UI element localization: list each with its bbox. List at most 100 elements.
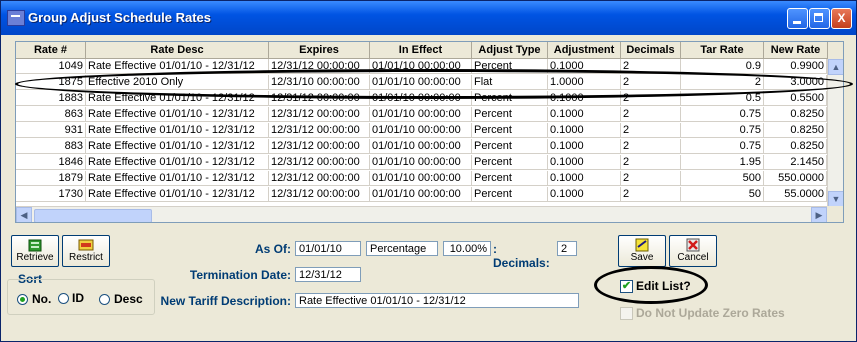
table-cell[interactable]: Percent (472, 59, 548, 74)
table-cell[interactable]: 12/31/12 00:00:00 (269, 123, 370, 138)
tariff-description-input[interactable]: Rate Effective 01/01/10 - 12/31/12 (295, 293, 579, 308)
table-cell[interactable]: 12/31/12 00:00:00 (269, 107, 370, 122)
table-cell[interactable]: 0.75 (681, 123, 764, 138)
table-cell[interactable]: 1730 (16, 187, 86, 202)
column-header-expires[interactable]: Expires (269, 42, 370, 59)
table-cell[interactable]: 500 (681, 171, 764, 186)
table-cell[interactable]: 55.0000 (764, 187, 827, 202)
maximize-button[interactable] (809, 8, 830, 29)
table-cell[interactable]: 0.1000 (548, 155, 621, 170)
table-cell[interactable]: 883 (16, 139, 86, 154)
edit-list-checkbox[interactable]: ✔ (620, 280, 633, 293)
table-cell[interactable]: 0.75 (681, 107, 764, 122)
column-header-decimals[interactable]: Decimals (621, 42, 681, 59)
column-header-adjust-type[interactable]: Adjust Type (472, 42, 548, 59)
table-cell[interactable]: 01/01/10 00:00:00 (370, 75, 472, 90)
table-cell[interactable]: 0.1000 (548, 171, 621, 186)
table-row[interactable]: 863 Rate Effective 01/01/10 - 12/31/12 12/… (16, 107, 843, 123)
no-update-zero-checkbox[interactable] (620, 307, 633, 320)
table-cell[interactable]: 0.1000 (548, 107, 621, 122)
table-cell[interactable]: Percent (472, 123, 548, 138)
horizontal-scroll-thumb[interactable] (34, 209, 152, 222)
table-cell[interactable]: 1875 (16, 75, 86, 90)
table-cell[interactable]: 550.0000 (764, 171, 827, 186)
sort-radio-desc[interactable] (99, 294, 110, 305)
table-cell[interactable]: 2 (621, 139, 681, 154)
restrict-button[interactable]: Restrict (62, 235, 110, 267)
table-cell[interactable]: 3.0000 (764, 75, 827, 90)
table-cell[interactable]: 01/01/10 00:00:00 (370, 171, 472, 186)
table-cell[interactable]: 1879 (16, 171, 86, 186)
column-header-in-effect[interactable]: In Effect (370, 42, 472, 59)
scroll-right-icon[interactable]: ▶ (811, 207, 827, 222)
table-cell[interactable]: 2 (621, 59, 681, 74)
table-cell[interactable]: 2 (621, 107, 681, 122)
table-cell[interactable]: Rate Effective 01/01/10 - 12/31/12 (86, 139, 269, 154)
table-cell[interactable]: Percent (472, 107, 548, 122)
table-row[interactable]: 1879 Rate Effective 01/01/10 - 12/31/12 12… (16, 171, 843, 187)
column-header-rate-desc[interactable]: Rate Desc (86, 42, 269, 59)
table-cell[interactable]: 0.1000 (548, 123, 621, 138)
scroll-up-icon[interactable]: ▲ (828, 59, 843, 75)
table-cell[interactable]: 0.9900 (764, 59, 827, 74)
table-cell[interactable]: Percent (472, 91, 548, 106)
minimize-button[interactable] (787, 8, 808, 29)
table-cell[interactable]: 01/01/10 00:00:00 (370, 155, 472, 170)
table-cell[interactable]: 1846 (16, 155, 86, 170)
table-cell[interactable]: Rate Effective 01/01/10 - 12/31/12 (86, 123, 269, 138)
vertical-scrollbar[interactable]: ▲ ▼ (827, 59, 843, 207)
table-cell[interactable]: Rate Effective 01/01/10 - 12/31/12 (86, 107, 269, 122)
table-cell[interactable]: 12/31/12 00:00:00 (269, 171, 370, 186)
horizontal-scrollbar[interactable]: ◀ ▶ (16, 206, 827, 222)
table-row[interactable]: 931 Rate Effective 01/01/10 - 12/31/12 12/… (16, 123, 843, 139)
table-cell[interactable]: 12/31/12 00:00:00 (269, 155, 370, 170)
table-cell[interactable]: Flat (472, 75, 548, 90)
table-cell[interactable]: 931 (16, 123, 86, 138)
table-cell[interactable]: 1049 (16, 59, 86, 74)
table-cell[interactable]: 2.1450 (764, 155, 827, 170)
table-cell[interactable]: 01/01/10 00:00:00 (370, 187, 472, 202)
table-cell[interactable]: Rate Effective 01/01/10 - 12/31/12 (86, 171, 269, 186)
column-header-adjustment[interactable]: Adjustment (548, 42, 621, 59)
table-cell[interactable]: 0.8250 (764, 107, 827, 122)
decimals-input[interactable]: 2 (557, 241, 577, 256)
scroll-left-icon[interactable]: ◀ (16, 207, 32, 222)
save-button[interactable]: Save (618, 235, 666, 267)
column-header-rate-no[interactable]: Rate # (16, 42, 86, 59)
cancel-button[interactable]: Cancel (669, 235, 717, 267)
table-cell[interactable]: Percent (472, 171, 548, 186)
table-cell[interactable]: 2 (621, 91, 681, 106)
table-cell[interactable]: 0.5500 (764, 91, 827, 106)
table-cell[interactable]: Percent (472, 139, 548, 154)
as-of-input[interactable]: 01/01/10 (295, 241, 361, 256)
adjust-type-select[interactable]: Percentage (366, 241, 438, 256)
column-header-tar-rate[interactable]: Tar Rate (681, 42, 764, 59)
table-row[interactable]: 1875 Effective 2010 Only 12/31/10 00:00:00… (16, 75, 843, 91)
table-cell[interactable]: 2 (621, 75, 681, 90)
table-cell[interactable]: Rate Effective 01/01/10 - 12/31/12 (86, 187, 269, 202)
column-header-new-rate[interactable]: New Rate (764, 42, 828, 59)
table-cell[interactable]: 863 (16, 107, 86, 122)
table-cell[interactable]: 0.1000 (548, 139, 621, 154)
table-cell[interactable]: 12/31/12 00:00:00 (269, 59, 370, 74)
percent-input[interactable]: 10.00% (443, 241, 491, 256)
table-cell[interactable]: 12/31/12 00:00:00 (269, 91, 370, 106)
table-cell[interactable]: 50 (681, 187, 764, 202)
table-cell[interactable]: Rate Effective 01/01/10 - 12/31/12 (86, 155, 269, 170)
table-cell[interactable]: 01/01/10 00:00:00 (370, 123, 472, 138)
table-row[interactable]: 1883 Rate Effective 01/01/10 - 12/31/12 12… (16, 91, 843, 107)
table-cell[interactable]: Rate Effective 01/01/10 - 12/31/12 (86, 59, 269, 74)
table-row[interactable]: 1846 Rate Effective 01/01/10 - 12/31/12 12… (16, 155, 843, 171)
table-cell[interactable]: 0.1000 (548, 187, 621, 202)
retrieve-button[interactable]: Retrieve (11, 235, 59, 267)
table-cell[interactable]: 12/31/10 00:00:00 (269, 75, 370, 90)
table-cell[interactable]: 01/01/10 00:00:00 (370, 107, 472, 122)
table-cell[interactable]: 0.5 (681, 91, 764, 106)
close-button[interactable]: X (831, 8, 852, 29)
table-cell[interactable]: 0.1000 (548, 59, 621, 74)
sort-radio-no[interactable] (17, 294, 28, 305)
table-cell[interactable]: 12/31/12 00:00:00 (269, 187, 370, 202)
table-cell[interactable]: Effective 2010 Only (86, 75, 269, 90)
table-cell[interactable]: Percent (472, 155, 548, 170)
table-cell[interactable]: 12/31/12 00:00:00 (269, 139, 370, 154)
